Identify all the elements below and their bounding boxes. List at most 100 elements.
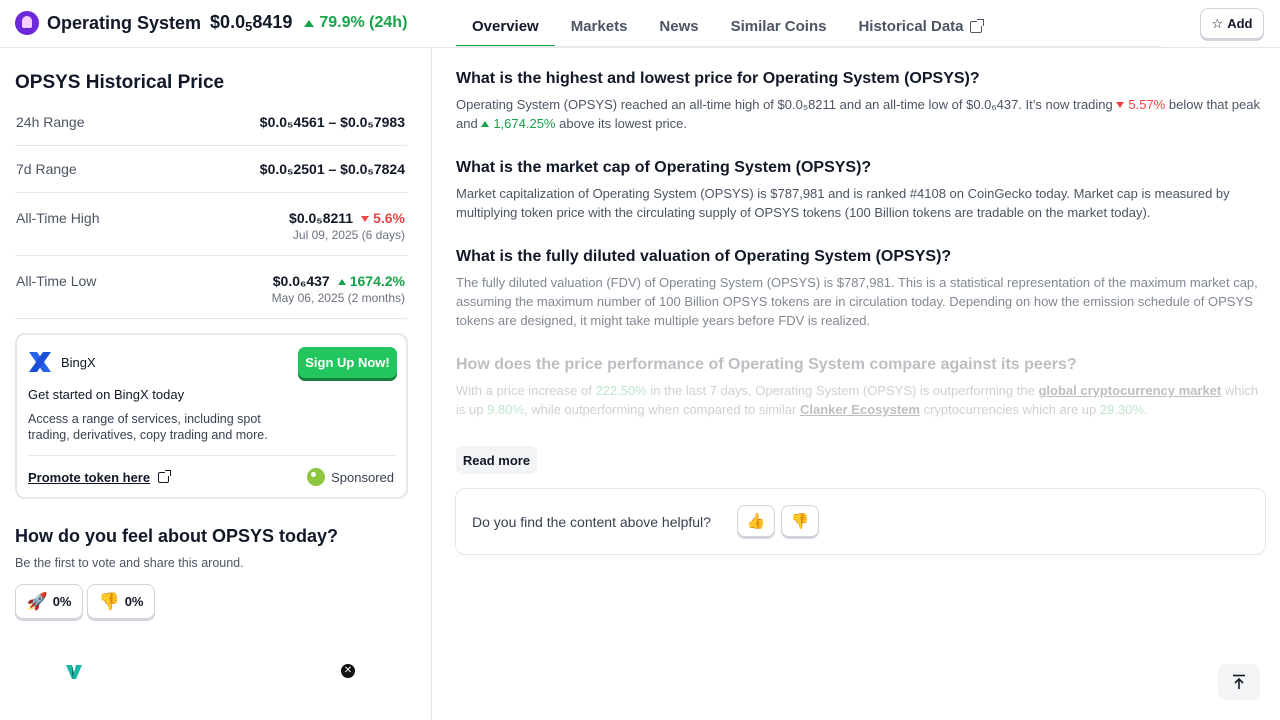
- faq-answer: Operating System (OPSYS) reached an all-…: [456, 95, 1261, 133]
- answer-text: Operating System (OPSYS) reached an all-…: [456, 97, 1113, 112]
- price-digits: 8419: [252, 11, 293, 32]
- caret-up-icon: [304, 19, 315, 27]
- atl-value: $0.0₆437: [272, 273, 330, 289]
- faq-question: How does the price performance of Operat…: [456, 356, 1077, 373]
- caret-down-icon: [361, 216, 370, 222]
- answer-text: above its lowest price.: [559, 116, 688, 131]
- down-percent: 5.57%: [1128, 97, 1166, 112]
- bearish-percent: 0%: [124, 594, 144, 609]
- tab-label: News: [659, 18, 699, 35]
- historical-price-title: OPSYS Historical Price: [15, 72, 225, 93]
- faq-answer: The fully diluted valuation (FDV) of Ope…: [456, 275, 1258, 328]
- tab-bar: Overview Markets News Similar Coins Hist…: [456, 0, 998, 47]
- ath-change: 5.6%: [373, 210, 405, 226]
- global-market-link[interactable]: global cryptocurrency market: [1038, 383, 1221, 398]
- row-label: All-Time Low: [16, 273, 97, 289]
- atl-change: 1674.2%: [349, 273, 405, 289]
- faq-question: What is the market cap of Operating Syst…: [456, 159, 872, 176]
- table-row: All-Time Low $0.0₆437 1674.2% May 06, 202…: [15, 256, 407, 319]
- answer-text: in the last 7 days, Operating System (OP…: [650, 383, 1035, 398]
- tab-historical-data[interactable]: Historical Data: [842, 0, 997, 47]
- external-link-icon: [969, 19, 984, 33]
- bullish-percent: 0%: [52, 594, 72, 609]
- sponsored-text: Sponsored: [331, 469, 394, 485]
- tab-label: Similar Coins: [730, 18, 827, 35]
- arrow-up-to-line-icon: [1233, 674, 1245, 689]
- faq-question: What is the highest and lowest price for…: [456, 70, 980, 87]
- promote-token-link[interactable]: Promote token here: [28, 470, 172, 485]
- rocket-icon: 🚀: [26, 591, 48, 611]
- answer-text: cryptocurrencies which are up: [923, 402, 1097, 417]
- ad-description: Access a range of services, including sp…: [28, 412, 268, 442]
- percent-value: 9.80%: [487, 402, 524, 417]
- thumbs-up-button[interactable]: 👍: [737, 505, 775, 537]
- sign-up-button[interactable]: Sign Up Now!: [298, 347, 397, 378]
- caret-up-icon: [337, 279, 346, 285]
- answer-text: .: [1144, 402, 1148, 417]
- divider: [28, 455, 397, 456]
- caret-down-icon: [1116, 102, 1125, 108]
- historical-price-table: 24h Range $0.0₅4561 – $0.0₅7983 7d Range…: [15, 99, 407, 319]
- row-label: All-Time High: [16, 210, 100, 226]
- row-value: $0.0₆437 1674.2% May 06, 2025 (2 months): [272, 273, 405, 318]
- ad-brand-name: BingX: [61, 355, 96, 370]
- coin-logo: [15, 11, 39, 35]
- add-to-watchlist-button[interactable]: ☆ Add: [1200, 8, 1264, 39]
- price-change-value: 79.9% (24h): [319, 14, 408, 31]
- row-label: 24h Range: [16, 114, 85, 130]
- price-change-24h: 79.9% (24h): [304, 14, 407, 32]
- vote-bearish-button[interactable]: 👎 0%: [87, 584, 155, 619]
- ad-headline: Get started on BingX today: [28, 387, 185, 402]
- coin-price: $0.058419: [210, 12, 292, 34]
- close-ad-icon[interactable]: ✕: [341, 664, 355, 678]
- tab-markets[interactable]: Markets: [555, 0, 644, 47]
- tab-similar-coins[interactable]: Similar Coins: [715, 0, 843, 47]
- external-link-icon: [158, 470, 172, 483]
- ath-value: $0.0₅8211: [289, 210, 354, 226]
- scroll-to-top-button[interactable]: [1218, 664, 1260, 700]
- tab-underline: [456, 46, 1161, 47]
- promote-label: Promote token here: [28, 470, 151, 485]
- up-percent: 1,674.25%: [493, 116, 556, 131]
- clanker-ecosystem-link[interactable]: Clanker Ecosystem: [800, 402, 920, 417]
- tab-label: Overview: [472, 18, 539, 35]
- bingx-logo-icon: [29, 352, 51, 372]
- coin-header: Operating System $0.058419 79.9% (24h): [15, 11, 407, 35]
- coin-name: Operating System: [47, 12, 202, 33]
- table-row: 24h Range $0.0₅4561 – $0.0₅7983: [15, 99, 407, 146]
- sentiment-subtitle: Be the first to vote and share this arou…: [15, 556, 244, 570]
- atl-date: May 06, 2025 (2 months): [271, 291, 405, 305]
- thumbs-up-icon: 👍: [746, 513, 766, 530]
- coingecko-icon: [307, 468, 326, 486]
- percent-value: 222.50%: [595, 383, 647, 398]
- table-row: All-Time High $0.0₅8211 5.6% Jul 09, 2025…: [15, 193, 407, 256]
- sponsored-ad-card: BingX Sign Up Now! Get started on BingX …: [15, 333, 408, 499]
- answer-text: , while outperforming when compared to s…: [523, 402, 797, 417]
- tab-label: Markets: [570, 18, 628, 35]
- thumbs-down-button[interactable]: 👎: [781, 505, 819, 537]
- left-sidebar: OPSYS Historical Price 24h Range $0.0₅45…: [0, 48, 432, 720]
- caret-up-icon: [481, 121, 490, 127]
- percent-value: 29.30%: [1099, 402, 1144, 417]
- top-bar: Operating System $0.058419 79.9% (24h) O…: [0, 0, 1280, 48]
- tab-label: Historical Data: [858, 18, 964, 35]
- row-label: 7d Range: [16, 161, 77, 177]
- read-more-button[interactable]: Read more: [456, 446, 537, 474]
- faq-answer: Market capitalization of Operating Syste…: [456, 186, 1230, 220]
- row-value: $0.0₅8211 5.6% Jul 09, 2025 (6 days): [289, 210, 405, 255]
- star-icon: ☆: [1211, 15, 1224, 31]
- answer-text: With a price increase of: [456, 383, 592, 398]
- ad-brand-v-icon: [66, 665, 82, 679]
- sponsored-label: Sponsored: [307, 468, 394, 486]
- tab-news[interactable]: News: [643, 0, 714, 47]
- tab-overview[interactable]: Overview: [456, 0, 555, 47]
- row-value: $0.0₅2501 – $0.0₅7824: [259, 161, 405, 177]
- feedback-box: Do you find the content above helpful? 👍…: [455, 488, 1266, 555]
- price-prefix: $0.0: [210, 11, 246, 32]
- add-button-label: Add: [1227, 16, 1253, 31]
- vote-bullish-button[interactable]: 🚀 0%: [15, 584, 83, 619]
- table-row: 7d Range $0.0₅2501 – $0.0₅7824: [15, 146, 407, 193]
- feedback-question: Do you find the content above helpful?: [472, 514, 711, 530]
- ath-date: Jul 09, 2025 (6 days): [292, 228, 405, 242]
- sentiment-title: How do you feel about OPSYS today?: [15, 526, 339, 546]
